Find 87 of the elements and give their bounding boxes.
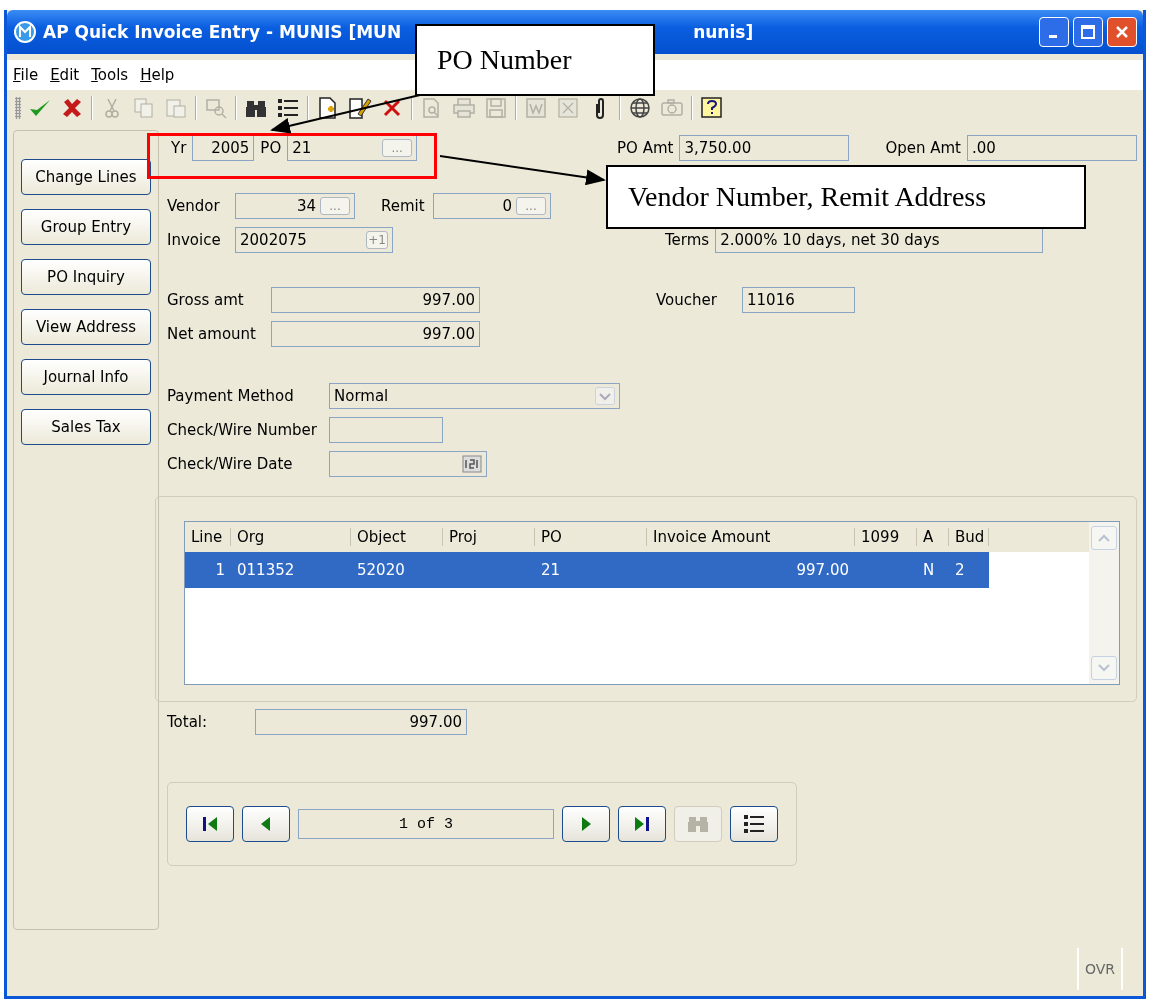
po-field[interactable]: 21 ... bbox=[287, 135, 418, 161]
window-title: AP Quick Invoice Entry - MUNIS [MUN bbox=[43, 22, 402, 42]
column-header[interactable]: 1099 bbox=[855, 528, 917, 546]
field-label: Net amount bbox=[167, 325, 257, 343]
menu-item[interactable]: Help bbox=[140, 66, 175, 84]
field-label: Gross amt bbox=[167, 291, 245, 309]
voucher-field: 11016 bbox=[742, 287, 855, 313]
maximize-icon[interactable] bbox=[1081, 25, 1095, 39]
list-icon[interactable] bbox=[742, 813, 766, 835]
table-row[interactable]: 1 011352 52020 21 997.00 N 2 bbox=[185, 552, 989, 588]
table-cell-text: 1 bbox=[214, 561, 226, 579]
field-label: Total: bbox=[167, 713, 209, 731]
help-icon[interactable] bbox=[700, 96, 724, 120]
field-label: Check/Wire Number bbox=[167, 421, 318, 439]
check-number-field[interactable] bbox=[329, 417, 443, 443]
column-header[interactable]: Object bbox=[351, 528, 443, 546]
minimize-button[interactable] bbox=[1039, 17, 1069, 47]
menu-item[interactable]: Tools bbox=[91, 66, 129, 84]
list-button[interactable] bbox=[730, 806, 778, 842]
column-header[interactable]: Org bbox=[231, 528, 351, 546]
status-indicator: OVR bbox=[1077, 948, 1123, 990]
table-cell-text: 2 bbox=[954, 561, 966, 579]
payment-method-dropdown[interactable]: Normal bbox=[329, 383, 620, 409]
window-title: nunis] bbox=[693, 22, 754, 42]
field-label: Invoice bbox=[167, 231, 222, 249]
column-header[interactable]: Line bbox=[185, 528, 231, 546]
field-label: Check/Wire Date bbox=[167, 455, 294, 473]
last-record-button[interactable] bbox=[618, 806, 666, 842]
first-icon[interactable] bbox=[201, 815, 219, 833]
year-field[interactable]: 2005 bbox=[192, 135, 255, 161]
callout-label: Vendor Number, Remit Address bbox=[606, 165, 1086, 229]
column-header[interactable]: PO bbox=[535, 528, 647, 546]
vendor-field[interactable]: 34 ... bbox=[235, 193, 355, 219]
table-cell-text: 997.00 bbox=[795, 561, 850, 579]
table-cell-text: N bbox=[922, 561, 936, 579]
side-button[interactable]: Sales Tax bbox=[21, 409, 151, 445]
list-icon[interactable] bbox=[276, 97, 300, 119]
column-header[interactable]: Invoice Amount bbox=[647, 528, 855, 546]
record-position-field: 1 of 3 bbox=[298, 809, 554, 839]
invoice-field[interactable]: 2002075 +1 bbox=[235, 227, 393, 253]
delete-icon[interactable] bbox=[382, 98, 402, 118]
first-record-button[interactable] bbox=[186, 806, 234, 842]
column-header[interactable]: Bud bbox=[949, 528, 989, 546]
app-logo-icon bbox=[13, 20, 37, 44]
close-icon[interactable] bbox=[1115, 25, 1129, 39]
table-cell-text: 011352 bbox=[236, 561, 296, 579]
globe-icon[interactable] bbox=[628, 96, 652, 120]
side-button[interactable]: Group Entry bbox=[21, 209, 151, 245]
table-cell-text: 21 bbox=[540, 561, 562, 579]
paperclip-icon[interactable] bbox=[593, 96, 607, 120]
field-label: Yr bbox=[171, 139, 187, 157]
side-button[interactable]: View Address bbox=[21, 309, 151, 345]
pencil-icon[interactable] bbox=[348, 96, 372, 120]
callout-label: PO Number bbox=[415, 24, 655, 96]
side-button[interactable]: PO Inquiry bbox=[21, 259, 151, 295]
column-header[interactable]: Proj bbox=[443, 528, 535, 546]
total-field: 997.00 bbox=[255, 709, 467, 735]
net-amount-field[interactable]: 997.00 bbox=[271, 321, 480, 347]
field-label: Vendor bbox=[167, 197, 221, 215]
last-icon[interactable] bbox=[633, 815, 651, 833]
calendar-icon[interactable] bbox=[462, 455, 482, 473]
po-amount-field: 3,750.00 bbox=[679, 135, 850, 161]
previous-record-button[interactable] bbox=[242, 806, 290, 842]
field-label: PO bbox=[260, 139, 282, 157]
field-label: Remit bbox=[381, 197, 426, 215]
field-label: PO Amt bbox=[617, 139, 674, 157]
cancel-icon[interactable] bbox=[61, 97, 83, 119]
side-button[interactable]: Journal Info bbox=[21, 359, 151, 395]
field-label: Terms bbox=[665, 231, 710, 249]
scroll-bar[interactable] bbox=[1089, 522, 1119, 684]
menu-item[interactable]: Edit bbox=[50, 66, 80, 84]
field-label: Payment Method bbox=[167, 387, 295, 405]
check-date-field[interactable] bbox=[329, 451, 487, 477]
menu-item[interactable]: File bbox=[13, 66, 39, 84]
gross-amount-field[interactable]: 997.00 bbox=[271, 287, 480, 313]
maximize-button[interactable] bbox=[1073, 17, 1103, 47]
field-label: Open Amt bbox=[885, 139, 961, 157]
next-record-button[interactable] bbox=[562, 806, 610, 842]
column-header[interactable]: A bbox=[917, 528, 949, 546]
terms-field: 2.000% 10 days, net 30 days bbox=[715, 227, 1044, 253]
remit-field[interactable]: 0 ... bbox=[433, 193, 551, 219]
open-amount-field: .00 bbox=[967, 135, 1137, 161]
table-cell-text: 52020 bbox=[356, 561, 406, 579]
side-button[interactable]: Change Lines bbox=[21, 159, 151, 195]
close-button[interactable] bbox=[1107, 17, 1137, 47]
field-label: Voucher bbox=[656, 291, 718, 309]
new-document-icon[interactable] bbox=[317, 96, 339, 120]
